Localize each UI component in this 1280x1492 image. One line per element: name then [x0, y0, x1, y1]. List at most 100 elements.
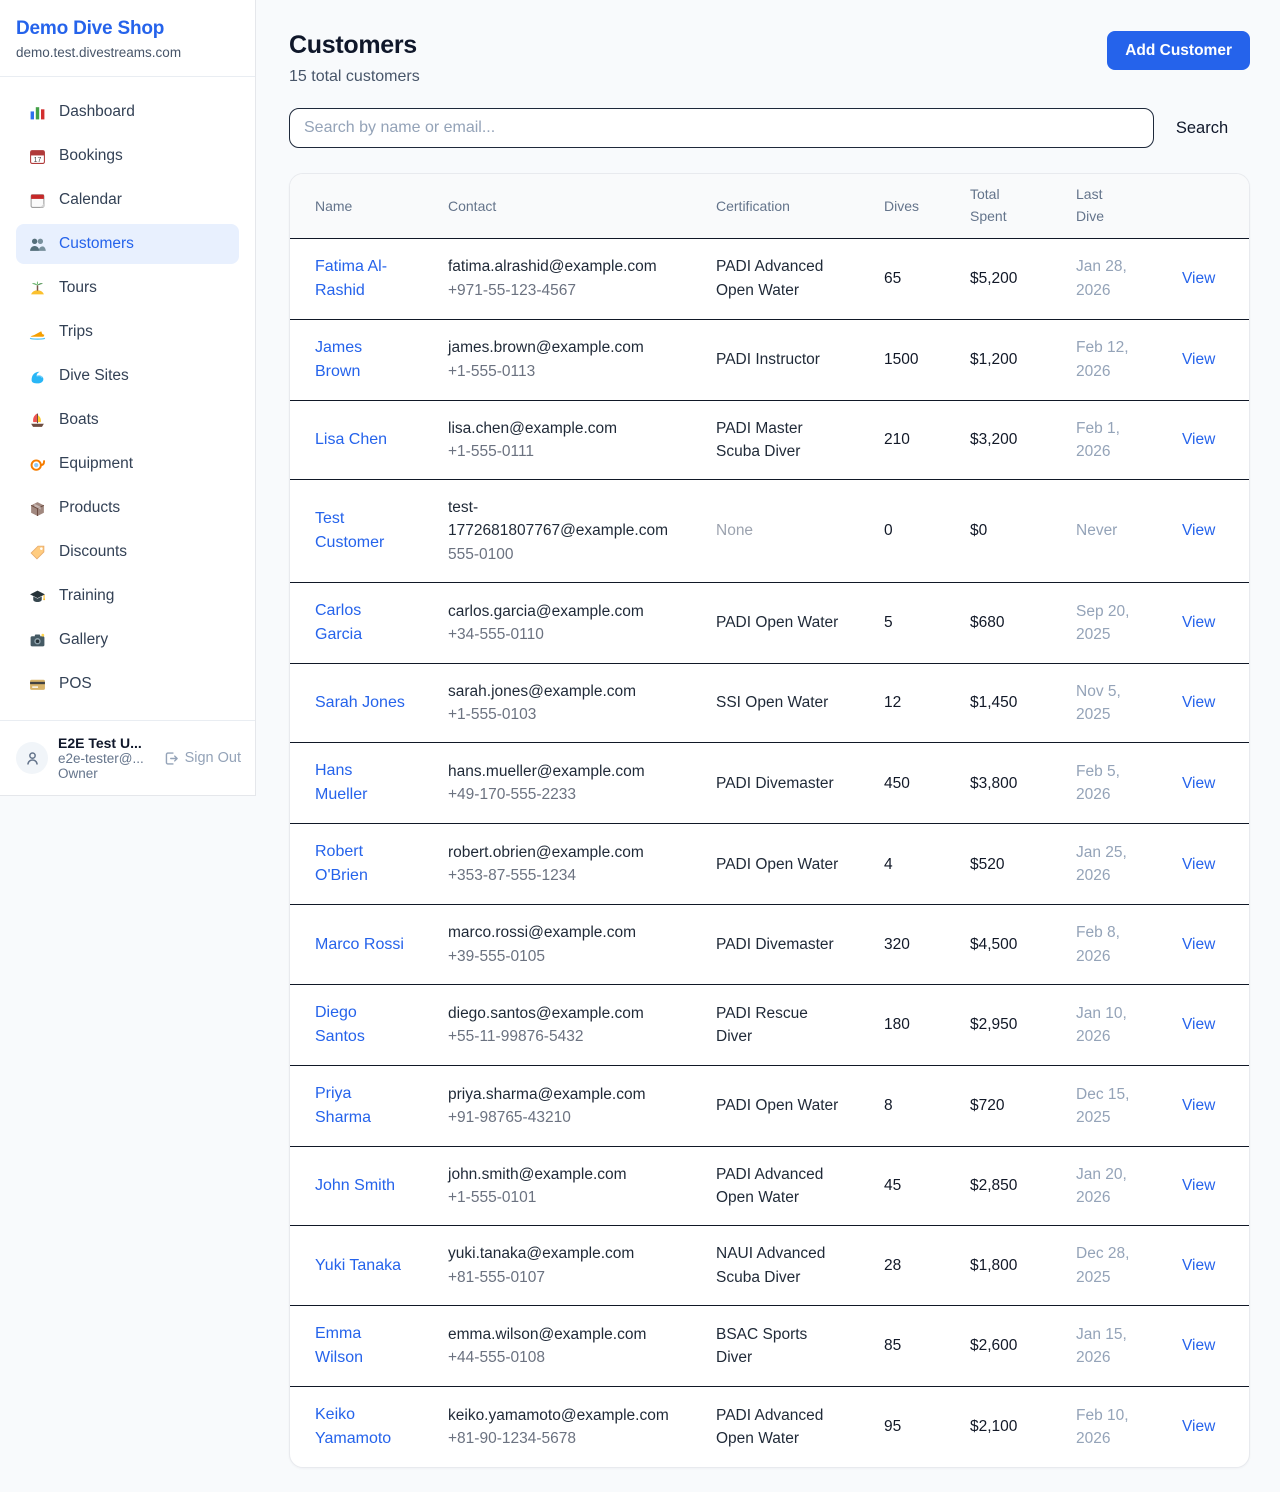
- customer-phone: +353-87-555-1234: [448, 864, 696, 887]
- view-customer-link[interactable]: View: [1182, 1418, 1215, 1435]
- sidebar-item-pos[interactable]: POS: [16, 664, 239, 704]
- customer-certification: PADI Open Water: [716, 853, 838, 876]
- customer-name-link[interactable]: Marco Rossi: [315, 933, 404, 957]
- sidebar-item-dive-sites[interactable]: Dive Sites: [16, 356, 239, 396]
- customer-certification-cell: PADI Rescue Diver: [704, 984, 872, 1065]
- view-customer-link[interactable]: View: [1182, 270, 1215, 287]
- customer-phone: +49-170-555-2233: [448, 783, 696, 806]
- sidebar-item-gallery[interactable]: Gallery: [16, 620, 239, 660]
- customer-phone: +1-555-0103: [448, 703, 696, 726]
- customer-last-dive: Jan 10, 2026: [1076, 1002, 1138, 1049]
- customer-last-dive-cell: Feb 12, 2026: [1064, 319, 1170, 400]
- customer-name-link[interactable]: Yuki Tanaka: [315, 1254, 401, 1278]
- speedboat-icon: [29, 324, 46, 341]
- sidebar-item-customers[interactable]: Customers: [16, 224, 239, 264]
- sidebar-item-dashboard[interactable]: Dashboard: [16, 92, 239, 132]
- customer-phone: +971-55-123-4567: [448, 279, 696, 302]
- customer-email: emma.wilson@example.com: [448, 1323, 646, 1346]
- table-row: Carlos Garciacarlos.garcia@example.com+3…: [290, 582, 1250, 663]
- customer-name-link[interactable]: Robert O'Brien: [315, 840, 409, 888]
- sidebar-item-boats[interactable]: Boats: [16, 400, 239, 440]
- customer-phone: +55-11-99876-5432: [448, 1025, 696, 1048]
- customer-actions-cell: View: [1170, 480, 1250, 583]
- sidebar-item-tours[interactable]: Tours: [16, 268, 239, 308]
- title-block: Customers 15 total customers: [289, 31, 420, 86]
- sidebar: Demo Dive Shop demo.test.divestreams.com…: [0, 0, 256, 796]
- view-customer-link[interactable]: View: [1182, 694, 1215, 711]
- view-customer-link[interactable]: View: [1182, 351, 1215, 368]
- customer-contact-cell: test-1772681807767@example.com555-0100: [436, 480, 704, 583]
- customer-name-cell: Hans Mueller: [290, 743, 436, 824]
- view-customer-link[interactable]: View: [1182, 775, 1215, 792]
- brand-block: Demo Dive Shop demo.test.divestreams.com: [0, 0, 255, 77]
- view-customer-link[interactable]: View: [1182, 1016, 1215, 1033]
- customer-name-link[interactable]: James Brown: [315, 336, 409, 384]
- sidebar-item-discounts[interactable]: Discounts: [16, 532, 239, 572]
- view-customer-link[interactable]: View: [1182, 1177, 1215, 1194]
- customer-name-link[interactable]: Test Customer: [315, 507, 409, 555]
- customer-dives-cell: 45: [872, 1146, 958, 1226]
- view-customer-link[interactable]: View: [1182, 856, 1215, 873]
- sidebar-item-label: Equipment: [59, 455, 133, 473]
- customer-dives-cell: 65: [872, 238, 958, 319]
- customer-phone: +34-555-0110: [448, 623, 696, 646]
- add-customer-button[interactable]: Add Customer: [1107, 31, 1250, 70]
- customer-certification-cell: PADI Master Scuba Diver: [704, 400, 872, 480]
- sidebar-item-equipment[interactable]: Equipment: [16, 444, 239, 484]
- search-button[interactable]: Search: [1154, 119, 1250, 138]
- customer-name-link[interactable]: Lisa Chen: [315, 428, 387, 452]
- customer-name-link[interactable]: John Smith: [315, 1174, 395, 1198]
- customer-dives-cell: 12: [872, 663, 958, 743]
- customer-certification: PADI Rescue Diver: [716, 1002, 842, 1049]
- customer-last-dive-cell: Sep 20, 2025: [1064, 582, 1170, 663]
- search-row: Search: [289, 108, 1250, 148]
- view-customer-link[interactable]: View: [1182, 614, 1215, 631]
- sign-out-label: Sign Out: [185, 750, 241, 766]
- customer-name-link[interactable]: Fatima Al-Rashid: [315, 255, 409, 303]
- customer-certification-cell: None: [704, 480, 872, 583]
- customer-actions-cell: View: [1170, 319, 1250, 400]
- customer-contact-cell: keiko.yamamoto@example.com+81-90-1234-56…: [436, 1386, 704, 1467]
- search-input[interactable]: [289, 108, 1154, 148]
- sidebar-item-products[interactable]: Products: [16, 488, 239, 528]
- customer-name-link[interactable]: Diego Santos: [315, 1001, 409, 1049]
- customer-name-link[interactable]: Keiko Yamamoto: [315, 1403, 409, 1451]
- view-customer-link[interactable]: View: [1182, 936, 1215, 953]
- customer-certification: SSI Open Water: [716, 691, 828, 714]
- customer-actions-cell: View: [1170, 905, 1250, 985]
- table-row: Fatima Al-Rashidfatima.alrashid@example.…: [290, 238, 1250, 319]
- view-customer-link[interactable]: View: [1182, 1257, 1215, 1274]
- column-header-name: Name: [290, 174, 436, 238]
- customer-last-dive: Sep 20, 2025: [1076, 600, 1138, 647]
- customer-name-link[interactable]: Hans Mueller: [315, 759, 409, 807]
- sidebar-item-label: Customers: [59, 235, 134, 253]
- view-customer-link[interactable]: View: [1182, 1097, 1215, 1114]
- view-customer-link[interactable]: View: [1182, 1337, 1215, 1354]
- sidebar-item-trips[interactable]: Trips: [16, 312, 239, 352]
- user-box: E2E Test U... e2e-tester@... Owner Sign …: [0, 720, 255, 795]
- svg-text:17: 17: [34, 156, 42, 163]
- sidebar-item-bookings[interactable]: 17Bookings: [16, 136, 239, 176]
- sidebar-item-training[interactable]: Training: [16, 576, 239, 616]
- customer-contact-cell: james.brown@example.com+1-555-0113: [436, 319, 704, 400]
- customer-email: test-1772681807767@example.com: [448, 496, 673, 543]
- customer-email: priya.sharma@example.com: [448, 1083, 646, 1106]
- sign-out-button[interactable]: Sign Out: [164, 750, 241, 766]
- customer-phone: +81-555-0107: [448, 1266, 696, 1289]
- customer-phone: +1-555-0111: [448, 440, 696, 463]
- customer-dives-cell: 95: [872, 1386, 958, 1467]
- customer-last-dive: Feb 10, 2026: [1076, 1404, 1138, 1451]
- customer-name-link[interactable]: Carlos Garcia: [315, 599, 409, 647]
- avatar: [16, 742, 48, 774]
- view-customer-link[interactable]: View: [1182, 431, 1215, 448]
- customer-actions-cell: View: [1170, 1146, 1250, 1226]
- package-icon: [29, 500, 46, 517]
- customer-name-link[interactable]: Priya Sharma: [315, 1082, 409, 1130]
- dive-mask-icon: [29, 456, 46, 473]
- customer-name-link[interactable]: Emma Wilson: [315, 1322, 409, 1370]
- customer-certification: PADI Divemaster: [716, 772, 834, 795]
- customer-total-spent-cell: $3,200: [958, 400, 1064, 480]
- view-customer-link[interactable]: View: [1182, 522, 1215, 539]
- sidebar-item-calendar[interactable]: Calendar: [16, 180, 239, 220]
- customer-name-link[interactable]: Sarah Jones: [315, 691, 405, 715]
